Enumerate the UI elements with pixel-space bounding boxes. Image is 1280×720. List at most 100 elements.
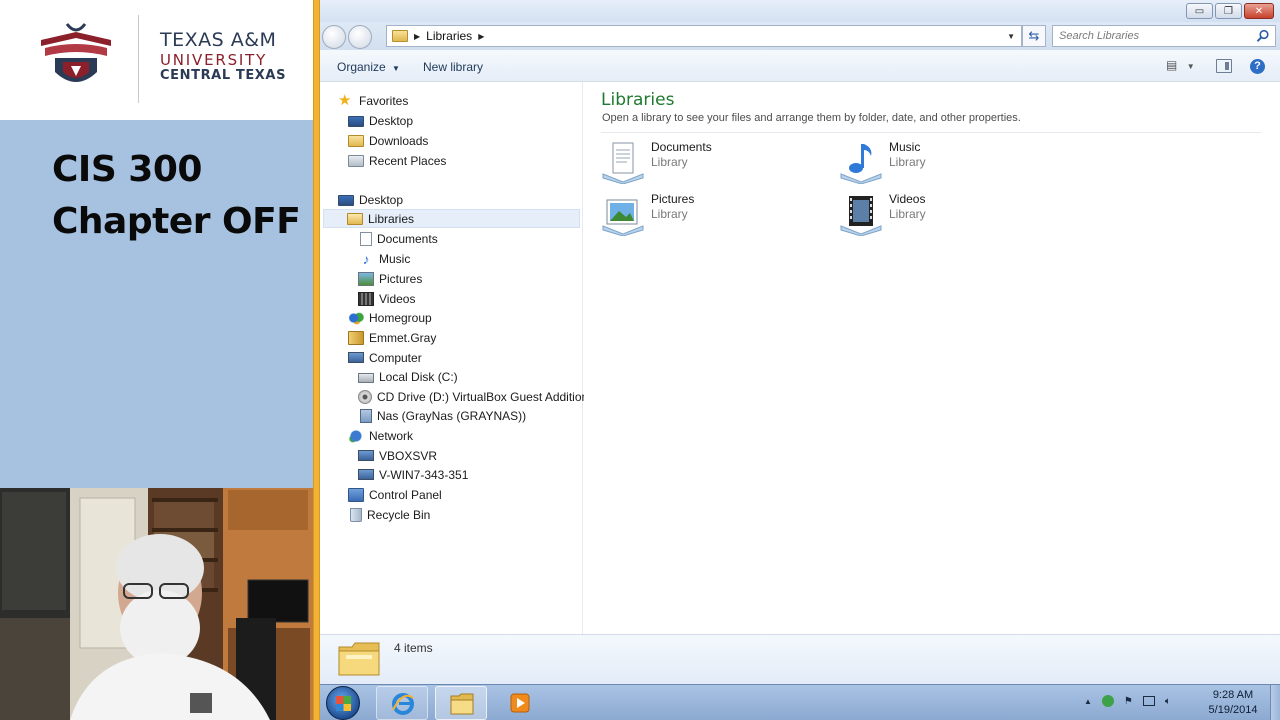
hard-disk-icon [358,373,374,383]
library-tile-music[interactable]: Music Library [839,138,1039,184]
nav-user-folder[interactable]: Emmet.Gray [348,328,436,347]
breadcrumb-libraries[interactable]: Libraries [426,29,472,43]
library-kind: Library [889,207,926,221]
explorer-window: ▭ ❐ ✕ ▶ Libraries ▶ ▼ ⇆ Organize ▼ New [320,0,1280,684]
media-player-icon [510,693,530,713]
search-icon[interactable] [1256,29,1270,43]
nav-network-drive[interactable]: Nas (GrayNas (GRAYNAS)) [358,406,526,425]
taskbar-windows-explorer[interactable] [435,686,487,720]
search-input[interactable] [1059,30,1249,42]
breadcrumb-chevron-icon[interactable]: ▶ [414,32,420,41]
nav-label: Homegroup [369,310,432,325]
minimize-button[interactable]: ▭ [1186,3,1213,19]
nav-label: Downloads [369,133,429,148]
refresh-button[interactable]: ⇆ [1022,25,1046,47]
library-kind: Library [651,155,688,169]
show-hidden-icons-icon[interactable]: ▲ [1084,697,1092,706]
start-button[interactable] [326,686,360,720]
slide-title: CIS 300 Chapter OFF [52,144,307,248]
nav-pictures[interactable]: Pictures [358,269,422,288]
item-count: 4 items [394,641,433,655]
nav-network[interactable]: Network [348,426,413,445]
slide-panel: TEXAS A&M UNIVERSITY CENTRAL TEXAS CIS 3… [0,0,313,720]
close-button[interactable]: ✕ [1244,3,1274,19]
videos-icon [358,291,374,306]
new-library-button[interactable]: New library [423,60,483,74]
nav-label: Nas (GrayNas (GRAYNAS)) [377,408,527,423]
nav-label: CD Drive (D:) VirtualBox Guest Additions [377,389,595,404]
library-name: Pictures [651,192,695,206]
network-status-icon[interactable] [1142,696,1155,706]
library-kind: Library [651,207,688,221]
libraries-folder-icon [392,30,408,42]
organize-button[interactable]: Organize ▼ [337,60,400,74]
nav-recent-places[interactable]: Recent Places [348,151,446,170]
nav-downloads[interactable]: Downloads [348,131,428,150]
nav-label: Local Disk (C:) [379,369,458,384]
clock[interactable]: 9:28 AM 5/19/2014 [1202,688,1264,718]
show-desktop-button[interactable] [1270,685,1280,720]
address-bar[interactable]: ▶ Libraries ▶ ▼ [386,25,1022,47]
nav-computer[interactable]: Computer [348,348,422,367]
virtualbox-icon[interactable] [1101,695,1114,707]
nav-videos[interactable]: Videos [358,289,415,308]
desktop-icon [338,194,354,206]
library-name: Videos [889,192,926,206]
nav-desktop[interactable]: Desktop [338,190,403,209]
downloads-icon [348,134,364,147]
change-view-button[interactable]: ▤ ▼ [1166,58,1196,74]
address-dropdown-icon[interactable]: ▼ [1007,32,1015,41]
help-button[interactable]: ? [1250,59,1265,74]
nav-label: Recycle Bin [367,507,431,522]
library-tile-pictures[interactable]: Pictures Library [601,190,801,236]
nav-label: Control Panel [369,487,442,502]
nav-recycle-bin[interactable]: Recycle Bin [348,505,430,524]
nav-v-win7[interactable]: V-WIN7-343-351 [358,465,468,484]
nav-label: Recent Places [369,153,447,168]
webcam-video [0,488,313,720]
nav-vboxsvr[interactable]: VBOXSVR [358,446,437,465]
restore-button[interactable]: ❐ [1215,3,1242,19]
network-computer-icon [358,469,374,480]
library-tile-videos[interactable]: Videos Library [839,190,1039,236]
nav-music[interactable]: ♪ Music [358,249,411,268]
nav-label: V-WIN7-343-351 [379,467,469,482]
nav-favorites-desktop[interactable]: Desktop [348,111,413,130]
taskbar-media-player[interactable] [494,686,546,720]
forward-button[interactable] [348,25,372,49]
back-button[interactable] [322,25,346,49]
nav-local-disk[interactable]: Local Disk (C:) [358,367,458,386]
clock-date: 5/19/2014 [1208,704,1258,716]
nav-control-panel[interactable]: Control Panel [348,485,442,504]
action-center-flag-icon[interactable]: ⚑ [1124,696,1133,707]
internet-explorer-icon [392,693,414,715]
nav-favorites[interactable]: ★ Favorites [338,91,408,110]
taskbar-internet-explorer[interactable] [376,686,428,720]
content-pane: Libraries Open a library to see your fil… [584,82,1280,634]
pictures-library-icon [602,199,644,236]
preview-pane-button[interactable] [1216,59,1232,73]
nav-documents[interactable]: Documents [358,229,438,248]
search-box[interactable] [1052,25,1276,47]
nav-libraries[interactable]: Libraries [323,209,580,228]
videos-library-icon [840,196,882,236]
cd-drive-icon [358,389,372,404]
view-options-icon: ▤ [1166,58,1178,72]
windows-logo-icon [336,696,351,711]
divider [601,132,1261,133]
library-tile-documents[interactable]: Documents Library [601,138,801,184]
nav-label: Music [379,251,411,266]
slide-title-line-1: CIS 300 [52,149,202,190]
window-controls: ▭ ❐ ✕ [1186,3,1274,19]
breadcrumb-chevron-icon[interactable]: ▶ [478,32,484,41]
nav-label: Documents [377,231,438,246]
computer-icon [348,352,364,363]
recycle-bin-icon [350,507,362,522]
volume-icon[interactable]: 🔈︎ [1165,696,1171,707]
nav-cd-drive[interactable]: CD Drive (D:) VirtualBox Guest Additions [358,387,594,406]
control-panel-icon [348,487,364,502]
title-bar[interactable]: ▭ ❐ ✕ [320,0,1280,22]
network-drive-icon [360,408,372,423]
logo-text-central-texas: CENTRAL TEXAS [160,68,287,83]
nav-homegroup[interactable]: Homegroup [348,308,432,327]
